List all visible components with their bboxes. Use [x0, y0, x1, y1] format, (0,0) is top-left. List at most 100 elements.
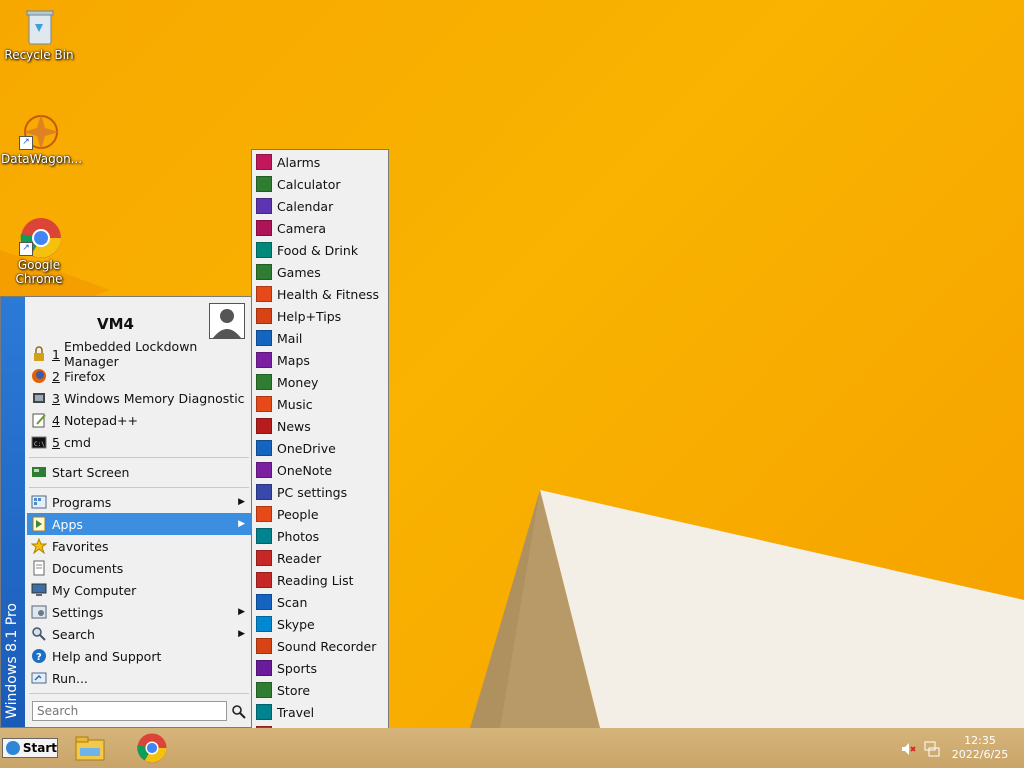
- scan-icon: [256, 594, 272, 610]
- calculator-icon: [256, 176, 272, 192]
- separator: [29, 487, 249, 488]
- run-item[interactable]: Run...: [27, 667, 251, 689]
- app-item-news[interactable]: News: [254, 415, 386, 437]
- sound-recorder-icon: [256, 638, 272, 654]
- app-item-games[interactable]: Games: [254, 261, 386, 283]
- app-item-help-tips[interactable]: Help+Tips: [254, 305, 386, 327]
- apps-submenu: Alarms Calculator Calendar Camera Food & Dri…: [251, 149, 389, 768]
- programs-item[interactable]: Programs ▶: [27, 491, 251, 513]
- search-icon: [31, 626, 47, 642]
- app-item-health-fitness[interactable]: Health & Fitness: [254, 283, 386, 305]
- separator: [29, 457, 249, 458]
- app-item-reader[interactable]: Reader: [254, 547, 386, 569]
- people-icon: [256, 506, 272, 522]
- search-item[interactable]: Search ▶: [27, 623, 251, 645]
- maps-icon: [256, 352, 272, 368]
- food-drink-icon: [256, 242, 272, 258]
- reading-list-icon: [256, 572, 272, 588]
- terminal-icon: C:\: [31, 434, 47, 450]
- travel-icon: [256, 704, 272, 720]
- network-icon[interactable]: [924, 741, 940, 757]
- help-icon: ?: [31, 648, 47, 664]
- settings-icon: [31, 604, 47, 620]
- notepad-icon: [31, 412, 47, 428]
- app-item-money[interactable]: Money: [254, 371, 386, 393]
- app-item-skype[interactable]: Skype: [254, 613, 386, 635]
- help-tips-icon: [256, 308, 272, 324]
- camera-icon: [256, 220, 272, 236]
- apps-item[interactable]: Apps ▶: [27, 513, 251, 535]
- run-icon: [31, 670, 47, 686]
- app-item-food-drink[interactable]: Food & Drink: [254, 239, 386, 261]
- my-computer-item[interactable]: My Computer: [27, 579, 251, 601]
- onenote-icon: [256, 462, 272, 478]
- app-item-onenote[interactable]: OneNote: [254, 459, 386, 481]
- store-icon: [256, 682, 272, 698]
- app-item-store[interactable]: Store: [254, 679, 386, 701]
- recent-item-embedded-lockdown-manager[interactable]: 1 Embedded Lockdown Manager: [27, 339, 251, 369]
- recent-item-notepad-plus-plus[interactable]: 4 Notepad++: [27, 409, 251, 431]
- money-icon: [256, 374, 272, 390]
- system-clock[interactable]: 12:35 2022/6/25: [950, 734, 1010, 762]
- alarms-icon: [256, 154, 272, 170]
- documents-item[interactable]: Documents: [27, 557, 251, 579]
- programs-icon: [31, 494, 47, 510]
- chrome-taskbar-icon[interactable]: [136, 732, 168, 764]
- app-item-music[interactable]: Music: [254, 393, 386, 415]
- app-item-maps[interactable]: Maps: [254, 349, 386, 371]
- user-avatar[interactable]: [209, 303, 245, 339]
- favorites-item[interactable]: Favorites: [27, 535, 251, 557]
- health-fitness-icon: [256, 286, 272, 302]
- search-icon[interactable]: [231, 704, 247, 720]
- separator: [29, 693, 249, 694]
- start-screen-icon: [31, 464, 47, 480]
- mail-icon: [256, 330, 272, 346]
- app-item-photos[interactable]: Photos: [254, 525, 386, 547]
- start-screen-item[interactable]: Start Screen: [27, 461, 251, 483]
- user-name: VM4: [97, 315, 134, 333]
- submenu-arrow-icon: ▶: [238, 629, 245, 639]
- lock-icon: [31, 346, 47, 362]
- app-item-mail[interactable]: Mail: [254, 327, 386, 349]
- app-item-camera[interactable]: Camera: [254, 217, 386, 239]
- app-item-people[interactable]: People: [254, 503, 386, 525]
- computer-icon: [31, 582, 47, 598]
- games-icon: [256, 264, 272, 280]
- recent-item-windows-memory-diagnostic[interactable]: 3 Windows Memory Diagnostic: [27, 387, 251, 409]
- app-item-scan[interactable]: Scan: [254, 591, 386, 613]
- star-icon: [30, 537, 48, 555]
- app-item-calendar[interactable]: Calendar: [254, 195, 386, 217]
- app-item-calculator[interactable]: Calculator: [254, 173, 386, 195]
- start-orb-icon: [6, 741, 20, 755]
- settings-item[interactable]: Settings ▶: [27, 601, 251, 623]
- app-item-pc-settings[interactable]: PC settings: [254, 481, 386, 503]
- recent-item-firefox[interactable]: 2 Firefox: [27, 365, 251, 387]
- news-icon: [256, 418, 272, 434]
- start-search-input[interactable]: [32, 701, 227, 721]
- apps-icon: [31, 516, 47, 532]
- recycle-bin-icon: [19, 6, 59, 46]
- help-and-support-item[interactable]: ? Help and Support: [27, 645, 251, 667]
- desktop-icon-datawagon[interactable]: ↗ DataWagon...: [1, 110, 82, 166]
- volume-muted-icon[interactable]: [900, 741, 916, 757]
- app-item-sports[interactable]: Sports: [254, 657, 386, 679]
- desktop-icon-google-chrome[interactable]: ↗ Google Chrome: [1, 216, 77, 286]
- onedrive-icon: [256, 440, 272, 456]
- start-button[interactable]: Start: [2, 738, 58, 758]
- datawagon-icon: ↗: [19, 110, 59, 150]
- shortcut-arrow-icon: ↗: [19, 136, 33, 150]
- app-item-sound-recorder[interactable]: Sound Recorder: [254, 635, 386, 657]
- chrome-icon: ↗: [19, 216, 61, 258]
- desktop-icon-recycle-bin[interactable]: Recycle Bin: [1, 6, 77, 62]
- photos-icon: [256, 528, 272, 544]
- file-explorer-icon[interactable]: [74, 732, 106, 764]
- music-icon: [256, 396, 272, 412]
- submenu-arrow-icon: ▶: [238, 519, 245, 529]
- app-item-onedrive[interactable]: OneDrive: [254, 437, 386, 459]
- skype-icon: [256, 616, 272, 632]
- app-item-travel[interactable]: Travel: [254, 701, 386, 723]
- recent-item-cmd[interactable]: C:\ 5 cmd: [27, 431, 251, 453]
- start-menu-banner: Windows 8.1 Pro: [1, 297, 25, 727]
- app-item-alarms[interactable]: Alarms: [254, 151, 386, 173]
- app-item-reading-list[interactable]: Reading List: [254, 569, 386, 591]
